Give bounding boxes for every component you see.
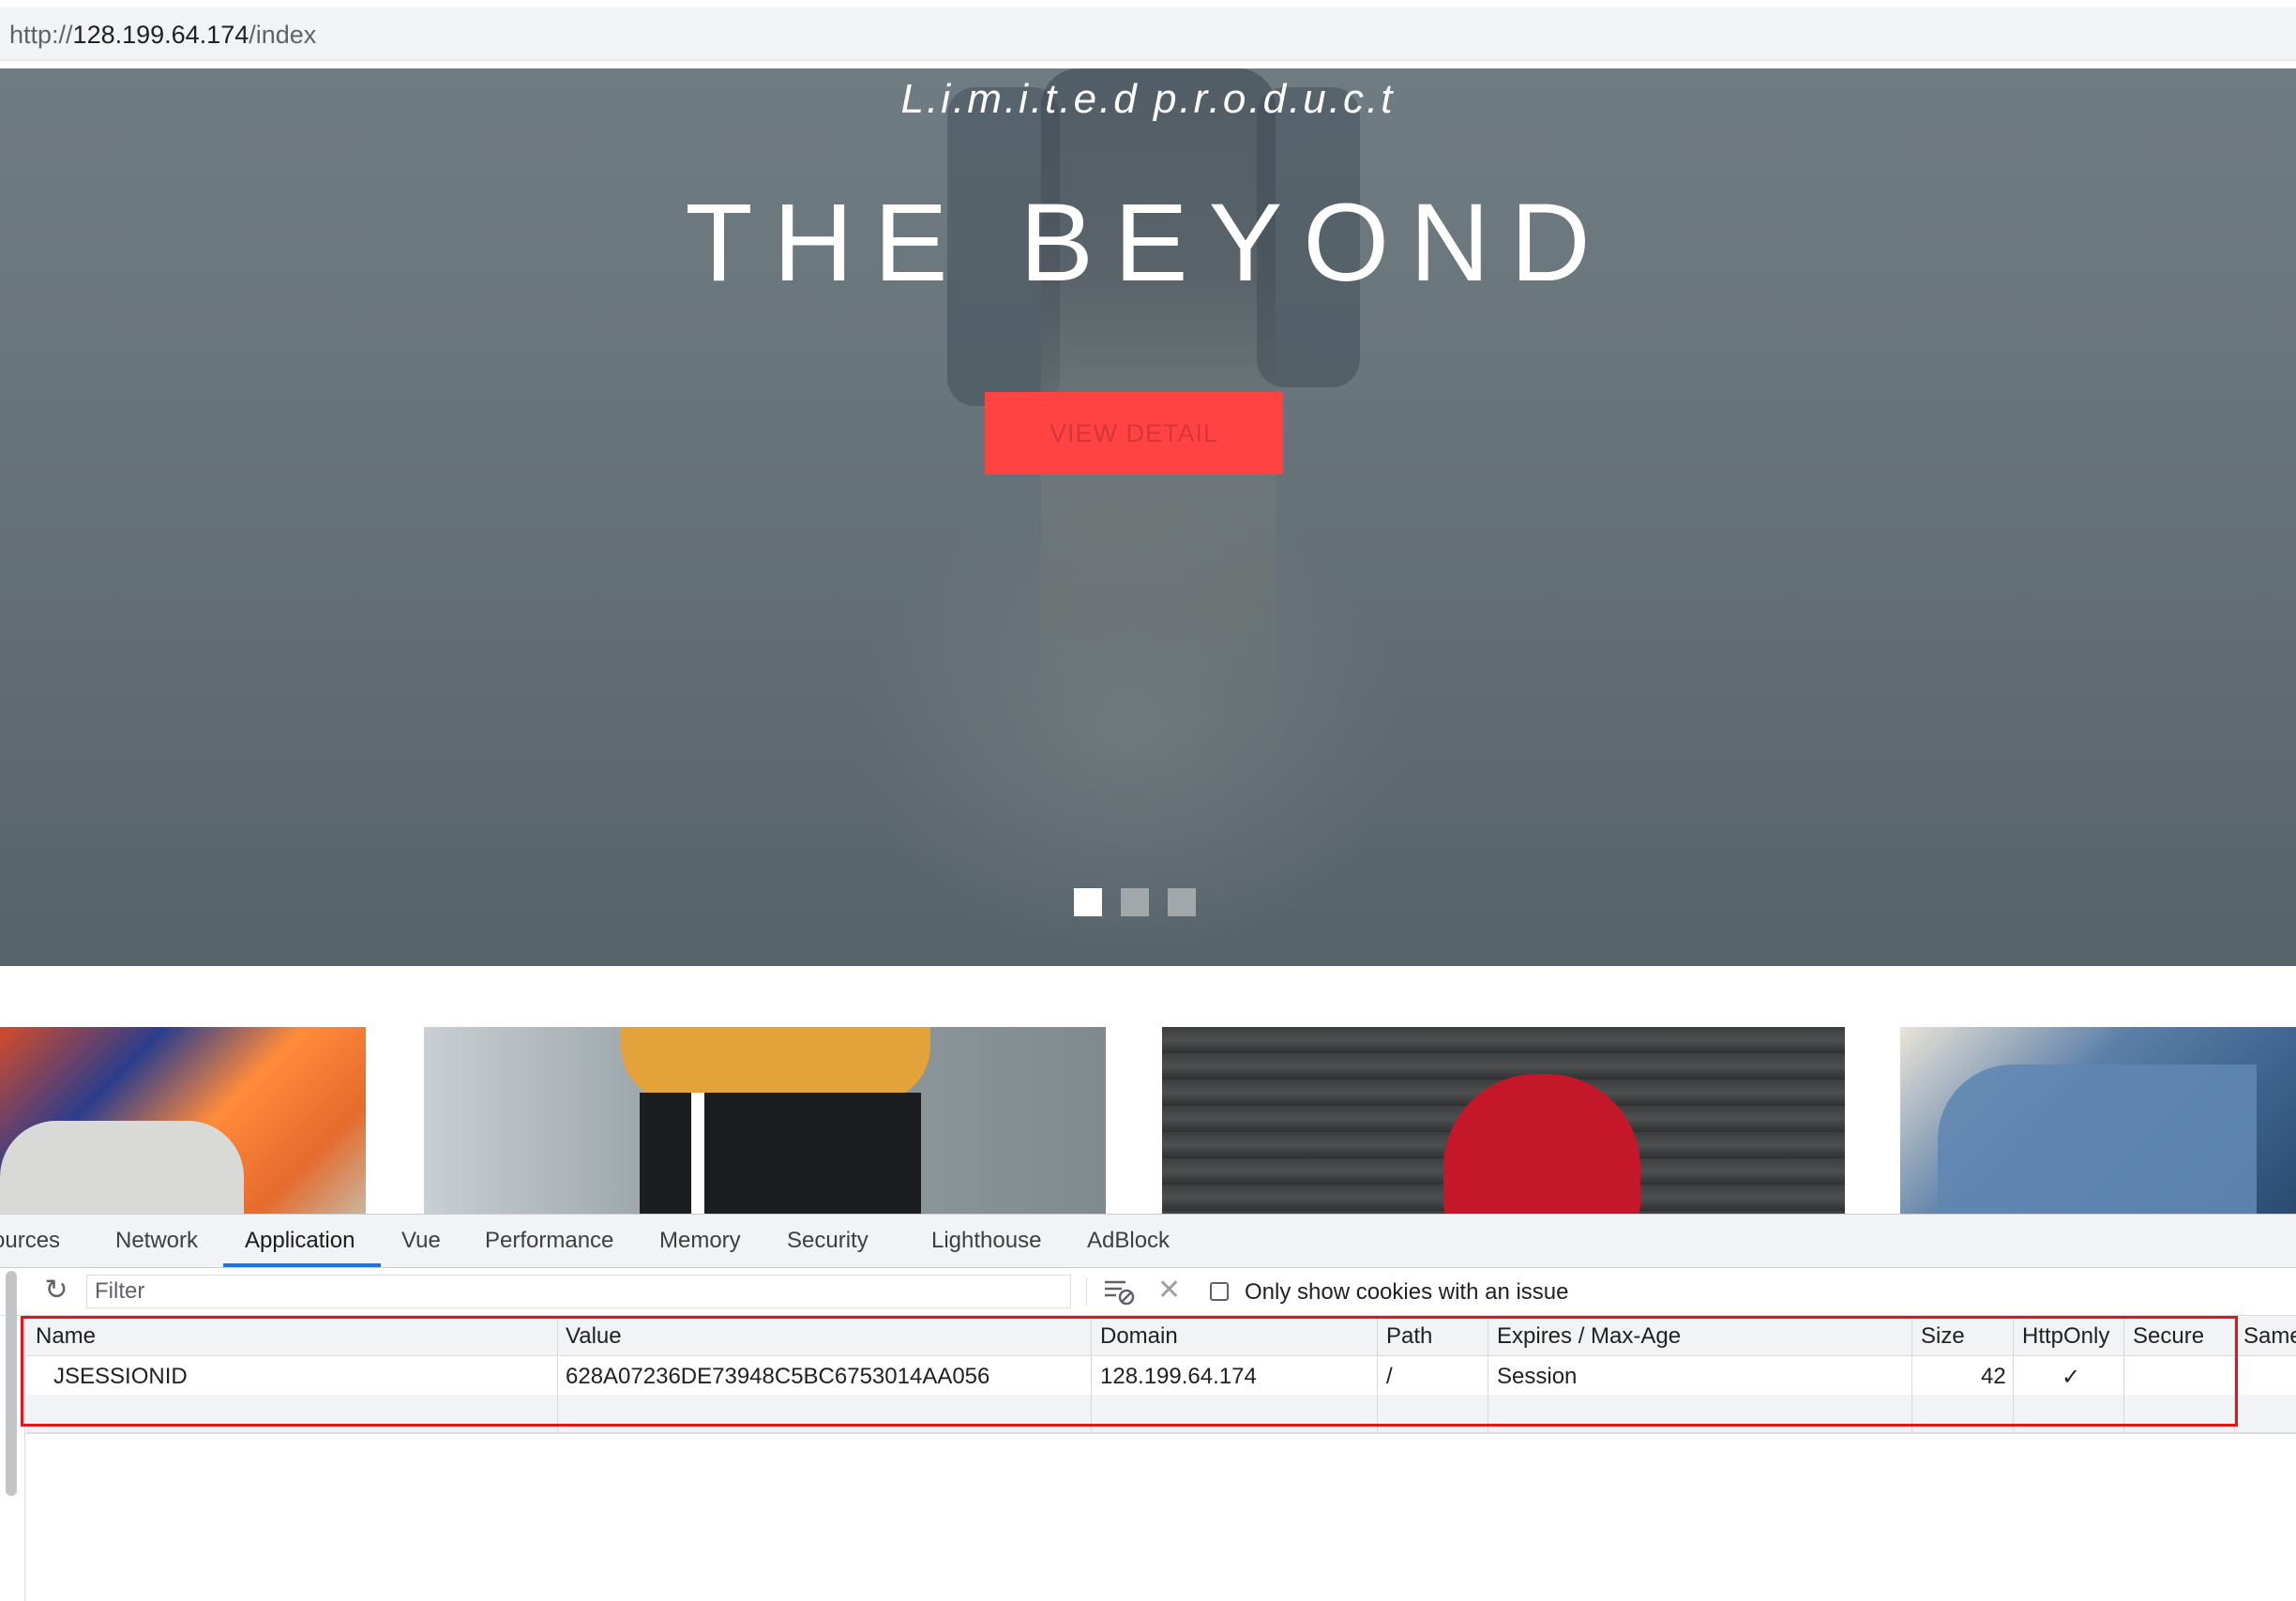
- cookie-filter-input[interactable]: [86, 1275, 1071, 1308]
- slider-dot-3[interactable]: [1168, 888, 1196, 916]
- tab-adblock[interactable]: AdBlock: [1087, 1228, 1170, 1254]
- only-issues-checkbox[interactable]: [1210, 1282, 1229, 1301]
- tab-memory[interactable]: Memory: [659, 1228, 741, 1254]
- devtools-panel: ources Network Application Vue Performan…: [0, 1214, 2296, 1601]
- refresh-icon[interactable]: ↻: [41, 1276, 71, 1306]
- jeans-shape: [1938, 1065, 2257, 1215]
- only-issues-label: Only show cookies with an issue: [1245, 1279, 1569, 1305]
- column-header-expires[interactable]: Expires / Max-Age: [1497, 1323, 1681, 1350]
- tab-vue[interactable]: Vue: [401, 1228, 441, 1254]
- tab-network[interactable]: Network: [115, 1228, 198, 1254]
- column-divider[interactable]: [2234, 1316, 2235, 1434]
- cell-domain: 128.199.64.174: [1100, 1364, 1257, 1389]
- hero-banner: L.i.m.i.t.e.d p.r.o.d.u.c.t THE BEYOND V…: [0, 68, 2296, 966]
- url-scheme: http://: [9, 21, 73, 49]
- cap-shape: [1443, 1074, 1640, 1215]
- tee-shape: [0, 1121, 244, 1215]
- column-divider[interactable]: [2123, 1316, 2124, 1434]
- table-header: Name Value Domain Path Expires / Max-Age…: [26, 1316, 2296, 1356]
- clear-all-cookies-icon[interactable]: ✕: [1157, 1274, 1181, 1306]
- column-header-path[interactable]: Path: [1386, 1323, 1432, 1350]
- column-divider[interactable]: [1091, 1316, 1092, 1434]
- url-text[interactable]: http://128.199.64.174/index: [9, 21, 316, 50]
- tab-performance[interactable]: Performance: [485, 1228, 613, 1254]
- address-bar[interactable]: http://128.199.64.174/index: [0, 8, 2296, 61]
- tab-lighthouse[interactable]: Lighthouse: [931, 1228, 1041, 1254]
- column-header-domain[interactable]: Domain: [1100, 1323, 1178, 1350]
- column-divider[interactable]: [2013, 1316, 2014, 1434]
- product-image-red-cap[interactable]: [1162, 1027, 1845, 1215]
- hero-title: THE BEYOND: [685, 181, 1611, 305]
- slider-dot-1[interactable]: [1074, 888, 1102, 916]
- column-header-secure[interactable]: Secure: [2133, 1323, 2204, 1350]
- url-host: 128.199.64.174: [72, 21, 249, 49]
- hoodie-shape: [621, 1027, 930, 1102]
- cell-name: JSESSIONID: [53, 1364, 188, 1389]
- clear-filtered-cookies-icon[interactable]: [1099, 1274, 1137, 1307]
- table-row-empty: [26, 1395, 2296, 1434]
- tab-security[interactable]: Security: [787, 1228, 869, 1254]
- column-divider[interactable]: [1377, 1316, 1378, 1434]
- sidebar-divider: [24, 1315, 25, 1601]
- column-header-value[interactable]: Value: [566, 1323, 622, 1350]
- product-image-graffiti-tee[interactable]: [0, 1027, 366, 1215]
- cell-expires: Session: [1497, 1364, 1578, 1389]
- view-detail-button[interactable]: VIEW DETAIL: [985, 392, 1283, 475]
- column-divider[interactable]: [557, 1316, 558, 1434]
- pants-shape: [640, 1093, 921, 1215]
- slider-dot-2[interactable]: [1121, 888, 1149, 916]
- hero-tagline: L.i.m.i.t.e.d p.r.o.d.u.c.t: [900, 76, 1396, 122]
- column-header-name[interactable]: Name: [36, 1323, 96, 1350]
- cell-httponly-check: ✓: [2062, 1365, 2081, 1390]
- pants-stripe: [691, 1093, 704, 1215]
- tab-application[interactable]: Application: [245, 1228, 355, 1254]
- active-tab-indicator: [223, 1263, 381, 1267]
- sidebar-scrollbar[interactable]: [6, 1271, 17, 1496]
- cell-size: 42: [1981, 1364, 2006, 1389]
- cookies-toolbar: ↻ ✕ Only show cookies with an issue: [0, 1268, 2296, 1316]
- column-header-httponly[interactable]: HttpOnly: [2022, 1323, 2109, 1350]
- table-row[interactable]: JSESSIONID 628A07236DE73948C5BC6753014AA…: [26, 1356, 2296, 1394]
- product-thumbnails: [0, 1027, 2296, 1215]
- devtools-tab-bar: ources Network Application Vue Performan…: [0, 1215, 2296, 1268]
- toolbar-divider: [1086, 1277, 1087, 1306]
- column-divider[interactable]: [1911, 1316, 1912, 1434]
- slider-dots: [1074, 888, 1196, 916]
- column-header-samesite[interactable]: Same: [2243, 1323, 2296, 1350]
- column-header-size[interactable]: Size: [1921, 1323, 1965, 1350]
- product-image-yellow-hoodie[interactable]: [424, 1027, 1106, 1215]
- product-image-denim[interactable]: [1900, 1027, 2296, 1215]
- cell-value: 628A07236DE73948C5BC6753014AA056: [566, 1364, 990, 1389]
- tab-sources[interactable]: ources: [0, 1228, 60, 1254]
- url-path: /index: [249, 21, 317, 49]
- cell-path: /: [1386, 1364, 1393, 1389]
